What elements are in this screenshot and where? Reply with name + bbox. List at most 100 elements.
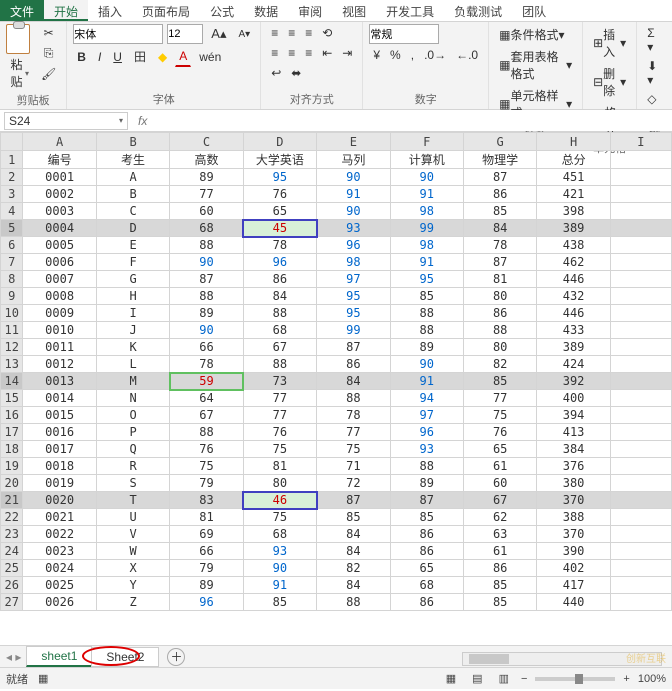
row-header-13[interactable]: 13 bbox=[1, 356, 23, 373]
cut-button[interactable]: ✂ bbox=[37, 24, 60, 42]
orientation-button[interactable]: ⟲ bbox=[318, 24, 336, 42]
cell[interactable]: Y bbox=[96, 577, 169, 594]
cell[interactable]: 91 bbox=[243, 577, 316, 594]
cell[interactable]: 95 bbox=[390, 271, 463, 288]
cell[interactable]: 90 bbox=[317, 169, 390, 186]
cell[interactable] bbox=[610, 186, 671, 203]
align-bottom-button[interactable]: ≡ bbox=[301, 24, 316, 42]
formula-input[interactable] bbox=[153, 110, 672, 131]
sheet-tab-2[interactable]: Sheet2 bbox=[91, 647, 159, 667]
cell[interactable]: 78 bbox=[170, 356, 243, 373]
cell[interactable]: 89 bbox=[390, 339, 463, 356]
col-header-E[interactable]: E bbox=[317, 133, 390, 151]
cell[interactable]: 99 bbox=[390, 220, 463, 237]
row-header-16[interactable]: 16 bbox=[1, 407, 23, 424]
cell[interactable]: 96 bbox=[243, 254, 316, 271]
cell[interactable]: 88 bbox=[317, 594, 390, 611]
cell[interactable]: 86 bbox=[390, 543, 463, 560]
cell[interactable]: C bbox=[96, 203, 169, 220]
cell[interactable] bbox=[610, 424, 671, 441]
cell[interactable]: 0012 bbox=[23, 356, 96, 373]
row-header-27[interactable]: 27 bbox=[1, 594, 23, 611]
cell[interactable]: 384 bbox=[537, 441, 610, 458]
cell[interactable]: W bbox=[96, 543, 169, 560]
cell[interactable]: 402 bbox=[537, 560, 610, 577]
cell[interactable]: 0003 bbox=[23, 203, 96, 220]
cell[interactable]: 68 bbox=[243, 322, 316, 339]
cell[interactable]: 93 bbox=[317, 220, 390, 237]
align-right-button[interactable]: ≡ bbox=[301, 44, 316, 62]
cell[interactable] bbox=[610, 526, 671, 543]
cell[interactable]: 89 bbox=[170, 577, 243, 594]
cell[interactable]: 61 bbox=[463, 543, 536, 560]
cell[interactable]: 432 bbox=[537, 288, 610, 305]
cell[interactable]: 0014 bbox=[23, 390, 96, 407]
cell[interactable] bbox=[610, 509, 671, 526]
row-header-9[interactable]: 9 bbox=[1, 288, 23, 305]
tab-dev[interactable]: 开发工具 bbox=[376, 0, 444, 21]
cell[interactable]: 83 bbox=[170, 492, 243, 509]
cell[interactable]: 77 bbox=[170, 186, 243, 203]
cell[interactable]: 90 bbox=[390, 356, 463, 373]
grow-font-button[interactable]: A▴ bbox=[207, 24, 230, 44]
cell[interactable]: 85 bbox=[463, 577, 536, 594]
cell[interactable]: 68 bbox=[390, 577, 463, 594]
comma-button[interactable]: , bbox=[407, 46, 418, 64]
cell[interactable]: 424 bbox=[537, 356, 610, 373]
cell[interactable]: 370 bbox=[537, 526, 610, 543]
cell[interactable]: D bbox=[96, 220, 169, 237]
cell[interactable]: 82 bbox=[317, 560, 390, 577]
row-header-12[interactable]: 12 bbox=[1, 339, 23, 356]
cell[interactable]: 73 bbox=[243, 373, 316, 390]
cell[interactable]: 88 bbox=[390, 305, 463, 322]
cell[interactable]: 67 bbox=[243, 339, 316, 356]
name-box[interactable]: S24▾ bbox=[4, 112, 128, 130]
cell[interactable]: M bbox=[96, 373, 169, 390]
row-header-23[interactable]: 23 bbox=[1, 526, 23, 543]
cell[interactable]: 67 bbox=[170, 407, 243, 424]
indent-dec-button[interactable]: ⇤ bbox=[318, 44, 336, 62]
cell[interactable]: 0013 bbox=[23, 373, 96, 390]
fx-icon[interactable]: fx bbox=[132, 114, 153, 128]
macro-record-icon[interactable]: ▦ bbox=[38, 672, 48, 685]
cell[interactable]: 82 bbox=[463, 356, 536, 373]
cell[interactable]: 90 bbox=[390, 169, 463, 186]
cell[interactable]: 376 bbox=[537, 458, 610, 475]
percent-button[interactable]: % bbox=[386, 46, 405, 64]
cell[interactable]: 87 bbox=[463, 169, 536, 186]
cell[interactable]: 84 bbox=[463, 220, 536, 237]
cell[interactable]: Q bbox=[96, 441, 169, 458]
cell[interactable]: 84 bbox=[317, 373, 390, 390]
autosum-button[interactable]: Σ ▾ bbox=[643, 24, 666, 56]
cell[interactable]: 0007 bbox=[23, 271, 96, 288]
zoom-slider[interactable] bbox=[535, 677, 615, 681]
tab-load[interactable]: 负载测试 bbox=[444, 0, 512, 21]
cell[interactable] bbox=[610, 441, 671, 458]
cell[interactable]: 0023 bbox=[23, 543, 96, 560]
cell[interactable]: 84 bbox=[317, 543, 390, 560]
row-header-19[interactable]: 19 bbox=[1, 458, 23, 475]
cell[interactable]: 0002 bbox=[23, 186, 96, 203]
cell[interactable]: 413 bbox=[537, 424, 610, 441]
cell[interactable] bbox=[610, 407, 671, 424]
cell[interactable]: 85 bbox=[243, 594, 316, 611]
row-header-22[interactable]: 22 bbox=[1, 509, 23, 526]
cell[interactable]: 65 bbox=[243, 203, 316, 220]
cell[interactable]: 0018 bbox=[23, 458, 96, 475]
shrink-font-button[interactable]: A▾ bbox=[234, 24, 254, 44]
cell[interactable]: 80 bbox=[463, 339, 536, 356]
cell[interactable]: 86 bbox=[463, 186, 536, 203]
cell[interactable]: 计算机 bbox=[390, 151, 463, 169]
cell[interactable]: 76 bbox=[243, 424, 316, 441]
row-header-10[interactable]: 10 bbox=[1, 305, 23, 322]
cell[interactable]: 86 bbox=[390, 526, 463, 543]
cell[interactable]: 84 bbox=[243, 288, 316, 305]
cell[interactable]: 87 bbox=[463, 254, 536, 271]
cell[interactable]: J bbox=[96, 322, 169, 339]
cell[interactable]: 76 bbox=[463, 424, 536, 441]
cell[interactable] bbox=[610, 543, 671, 560]
tab-layout[interactable]: 页面布局 bbox=[132, 0, 200, 21]
cell[interactable]: 60 bbox=[170, 203, 243, 220]
cell[interactable]: R bbox=[96, 458, 169, 475]
cell[interactable] bbox=[610, 492, 671, 509]
